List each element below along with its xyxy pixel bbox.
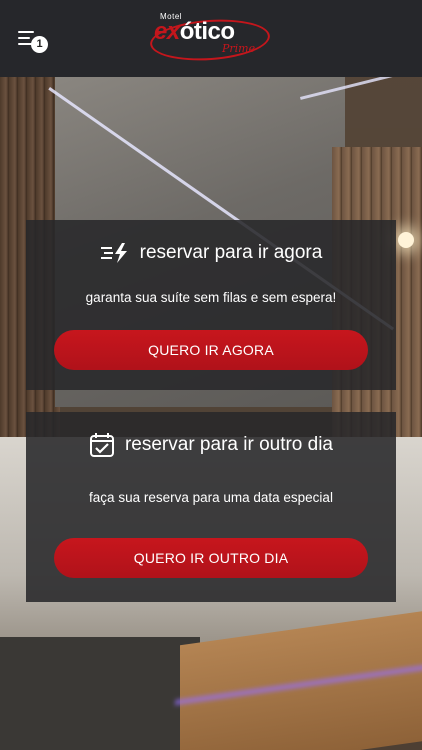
lightning-speed-icon <box>100 242 130 264</box>
reserve-later-subtitle: faça sua reserva para uma data especial <box>89 490 333 505</box>
reserve-later-card: reservar para ir outro dia faça sua rese… <box>26 412 396 602</box>
logo-word-prefix: ex <box>154 18 180 45</box>
reserve-later-title: reservar para ir outro dia <box>124 434 334 455</box>
logo-sub-text: Prime <box>222 42 256 55</box>
reserve-now-card: reservar para ir agora garanta sua suíte… <box>26 220 396 390</box>
calendar-check-icon <box>89 432 115 458</box>
reserve-later-header: reservar para ir outro dia <box>26 432 396 458</box>
logo-word-rest: ótico <box>179 18 235 45</box>
app-header: 1 Motel exótico Prime <box>0 0 422 77</box>
bg-lamp <box>398 232 414 248</box>
bg-floor <box>0 637 200 750</box>
go-now-button[interactable]: QUERO IR AGORA <box>54 330 368 370</box>
reserve-now-title: reservar para ir agora <box>139 242 323 263</box>
notification-badge: 1 <box>31 36 48 53</box>
hamburger-icon <box>18 31 34 33</box>
menu-button[interactable]: 1 <box>16 28 50 54</box>
hamburger-icon-line <box>18 37 30 39</box>
brand-logo[interactable]: Motel exótico Prime <box>148 8 272 65</box>
reserve-now-header: reservar para ir agora <box>26 242 396 264</box>
go-other-day-button[interactable]: QUERO IR OUTRO DIA <box>54 538 368 578</box>
reserve-now-subtitle: garanta sua suíte sem filas e sem espera… <box>85 290 337 305</box>
